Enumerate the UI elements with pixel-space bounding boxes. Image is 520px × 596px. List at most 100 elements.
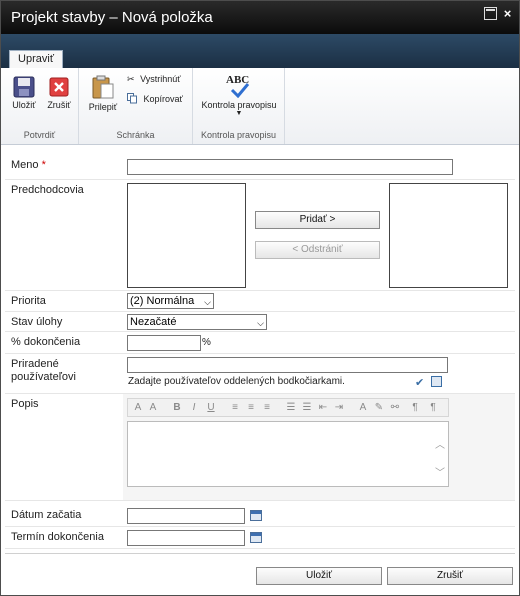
label-priority: Priorita (11, 295, 46, 307)
row-due-date: Termín dokončenia (5, 527, 515, 549)
save-button[interactable]: Uložiť (256, 567, 382, 585)
due-date-input[interactable] (127, 530, 245, 546)
footer-divider (5, 553, 515, 554)
cancel-button[interactable]: Zrušiť (387, 567, 513, 585)
label-name-text: Meno (11, 159, 39, 171)
paste-icon (92, 75, 114, 99)
address-book-icon[interactable] (431, 376, 442, 387)
font-size-icon[interactable]: A (146, 400, 160, 415)
maximize-icon[interactable] (484, 7, 497, 20)
scissors-icon: ✂ (127, 74, 135, 85)
label-assigned-line2: používateľovi (11, 371, 76, 383)
group-label-spelling: Kontrola pravopisu (200, 130, 277, 140)
cancel-icon (49, 77, 69, 97)
save-icon (13, 76, 35, 98)
percent-unit: % (202, 337, 211, 348)
row-priority: Priorita (2) Normálna ⌵ (5, 291, 515, 312)
ribbon-save-label: Uložiť (12, 100, 36, 110)
group-label-clipboard: Schránka (116, 130, 155, 140)
check-names-icon[interactable]: ✔ (415, 376, 424, 389)
row-percent: % dokončenia % (5, 332, 515, 354)
label-due-date: Termín dokončenia (11, 531, 104, 543)
close-icon[interactable]: × (501, 7, 514, 20)
remove-predecessor-button[interactable]: < Odstrániť (255, 241, 380, 259)
numbered-list-icon[interactable]: ☰ (284, 400, 298, 415)
title-bar: Projekt stavby – Nová položka × (1, 1, 519, 34)
row-name: Meno * (5, 155, 515, 180)
italic-icon[interactable]: I (187, 400, 201, 415)
row-start-date: Dátum začatia (5, 505, 515, 527)
ribbon: Uložiť Zrušiť Potvrdiť Prilepiť ✂ Vystri… (1, 68, 519, 145)
ribbon-cancel-button[interactable]: Zrušiť (43, 76, 75, 110)
ribbon-cut-button[interactable]: ✂ Vystrihnúť (127, 74, 181, 85)
chevron-down-icon: ⌵ (257, 318, 264, 328)
tab-edit[interactable]: Upraviť (9, 50, 63, 68)
ribbon-copy-label: Kopírovať (143, 93, 183, 104)
ribbon-group-spelling: ABC Kontrola pravopisu ▼ Kontrola pravop… (193, 68, 285, 144)
ribbon-save-button[interactable]: Uložiť (7, 76, 41, 110)
predecessors-selected-list[interactable] (389, 183, 508, 288)
start-date-input[interactable] (127, 508, 245, 524)
bulleted-list-icon[interactable]: ☰ (300, 400, 314, 415)
priority-select[interactable]: (2) Normálna ⌵ (127, 293, 214, 309)
row-assigned: Priradené používateľovi Zadajte používate… (5, 354, 515, 394)
ribbon-tabstrip: Upraviť (1, 34, 519, 68)
dialog-window: Projekt stavby – Nová položka × Upraviť … (0, 0, 520, 596)
font-icon[interactable]: A (131, 400, 145, 415)
ribbon-cut-label: Vystrihnúť (140, 74, 181, 84)
label-assigned-line1: Priradené (11, 358, 59, 370)
spellcheck-icon: ABC (224, 74, 254, 98)
align-left-icon[interactable]: ≡ (228, 400, 242, 415)
row-description: Popis A A B I U ≡ ≡ ≡ ☰ ☰ ⇤ ⇥ A ✎ ⚯ ¶ ¶ … (5, 394, 515, 501)
predecessors-available-list[interactable] (127, 183, 246, 288)
label-start-date: Dátum začatia (11, 509, 82, 521)
link-icon[interactable]: ⚯ (388, 400, 402, 415)
priority-value: (2) Normálna (130, 295, 195, 307)
increase-indent-icon[interactable]: ⇥ (332, 400, 346, 415)
ltr-icon[interactable]: ¶ (408, 400, 422, 415)
status-value: Nezačaté (130, 316, 177, 328)
assigned-hint: Zadajte používateľov oddelených bodkočia… (128, 376, 345, 387)
align-right-icon[interactable]: ≡ (260, 400, 274, 415)
dropdown-arrow-icon: ▼ (235, 110, 243, 117)
calendar-icon[interactable] (250, 532, 262, 543)
bold-icon[interactable]: B (170, 400, 184, 415)
ribbon-copy-button[interactable]: Kopírovať (127, 93, 183, 106)
copy-icon (127, 93, 138, 106)
name-input[interactable] (127, 159, 453, 175)
underline-icon[interactable]: U (204, 400, 218, 415)
status-select[interactable]: Nezačaté ⌵ (127, 314, 267, 330)
align-center-icon[interactable]: ≡ (244, 400, 258, 415)
rte-toolbar: A A B I U ≡ ≡ ≡ ☰ ☰ ⇤ ⇥ A ✎ ⚯ ¶ ¶ (127, 398, 449, 417)
decrease-indent-icon[interactable]: ⇤ (316, 400, 330, 415)
assigned-input[interactable] (127, 357, 448, 373)
label-predecessors: Predchodcovia (11, 184, 84, 196)
chevron-down-icon: ⌵ (204, 297, 211, 307)
ribbon-group-commit: Uložiť Zrušiť Potvrdiť (1, 68, 79, 144)
highlight-icon[interactable]: ✎ (372, 400, 386, 415)
ribbon-paste-label: Prilepiť (88, 102, 118, 112)
rtl-icon[interactable]: ¶ (426, 400, 440, 415)
required-marker: * (41, 159, 46, 171)
label-description: Popis (11, 398, 39, 410)
label-name: Meno * (11, 159, 46, 172)
description-editor: A A B I U ≡ ≡ ≡ ☰ ☰ ⇤ ⇥ A ✎ ⚯ ¶ ¶ ︿ ﹀ (123, 394, 515, 500)
percent-input[interactable] (127, 335, 201, 351)
add-predecessor-button[interactable]: Pridať > (255, 211, 380, 229)
description-textarea[interactable]: ︿ ﹀ (127, 421, 449, 487)
row-status: Stav úlohy Nezačaté ⌵ (5, 312, 515, 332)
scroll-down-icon[interactable]: ﹀ (435, 464, 445, 479)
ribbon-spelling-label: Kontrola pravopisu (201, 100, 277, 110)
ribbon-group-clipboard: Prilepiť ✂ Vystrihnúť Kopírovať Schránka (79, 68, 193, 144)
dialog-title: Projekt stavby – Nová položka (11, 9, 213, 26)
ribbon-cancel-label: Zrušiť (47, 100, 71, 110)
scroll-up-icon[interactable]: ︿ (435, 436, 445, 451)
text-color-icon[interactable]: A (356, 400, 370, 415)
label-status: Stav úlohy (11, 316, 63, 328)
label-percent: % dokončenia (11, 336, 81, 348)
group-label-commit: Potvrdiť (23, 130, 56, 140)
calendar-icon[interactable] (250, 510, 262, 521)
ribbon-paste-button[interactable]: Prilepiť (85, 74, 121, 112)
ribbon-spelling-button[interactable]: ABC Kontrola pravopisu ▼ (197, 74, 281, 117)
row-predecessors: Predchodcovia Pridať > < Odstrániť (5, 180, 515, 291)
